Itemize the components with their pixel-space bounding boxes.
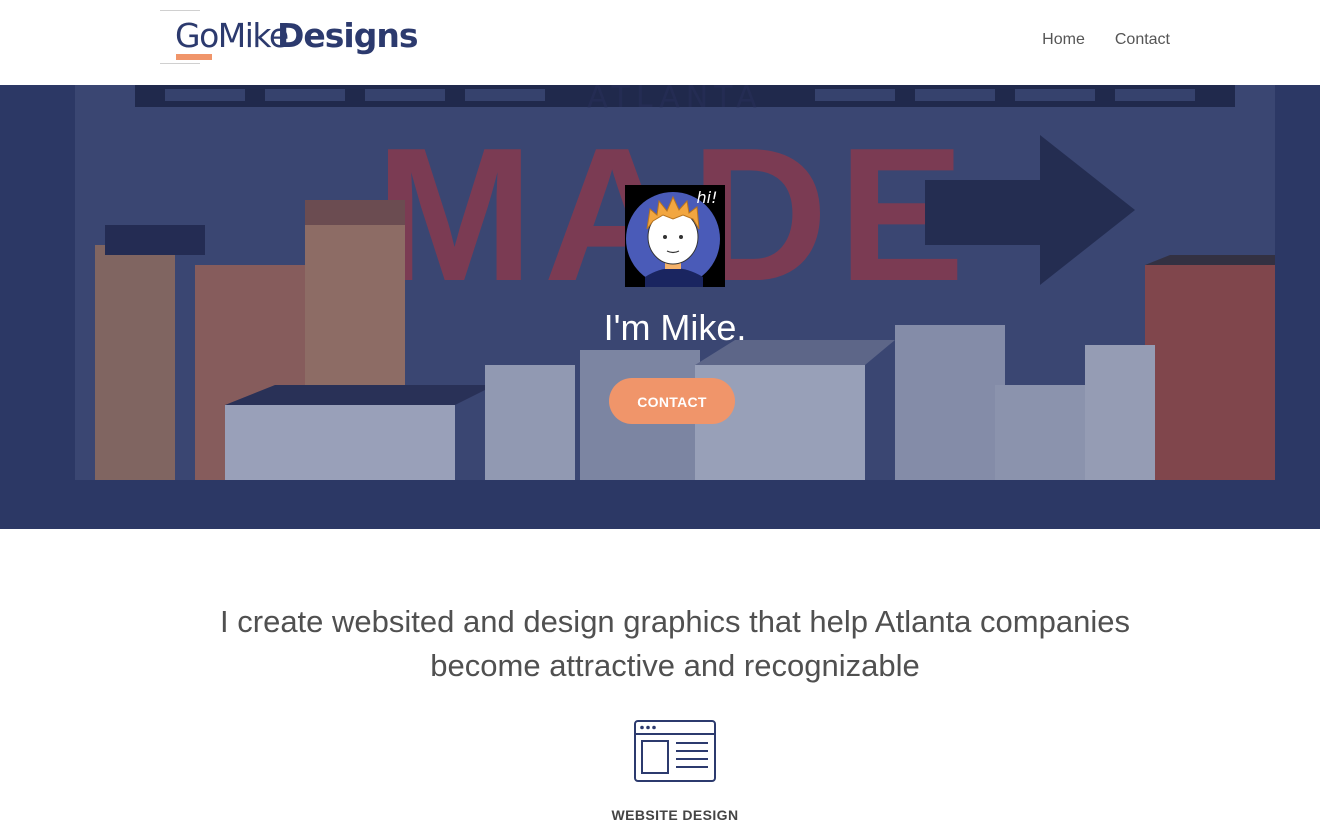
site-logo[interactable]: GoMike Designs [160,10,418,64]
service-website-design-label: WEBSITE DESIGN [611,807,739,823]
logo-accent-underline [176,54,212,60]
avatar-illustration: hi! [625,185,725,287]
browser-window-icon [634,720,716,782]
nav-home-link[interactable]: Home [1042,30,1085,50]
hero-contact-button[interactable]: CONTACT [609,378,735,424]
logo-text-gomike: GoMike [175,16,289,55]
logo-text-designs: Designs [277,16,418,55]
hero-title: I'm Mike. [603,307,747,348]
intro-tagline: I create websited and design graphics th… [0,600,1320,688]
mike-avatar: hi! [625,185,725,287]
intro-tagline-line2: become attractive and recognizable [430,648,920,683]
hero-section: ATLANTA MADE [0,85,1320,529]
logo-frame-top [160,10,200,11]
intro-tagline-line1: I create websited and design graphics th… [220,604,1130,639]
site-header: GoMike Designs Home Contact [0,0,1320,85]
nav-contact-link[interactable]: Contact [1115,30,1170,50]
avatar-hi-caption: hi! [697,188,718,207]
logo-frame-bottom [160,63,200,64]
main-nav: Home Contact [1042,30,1170,50]
